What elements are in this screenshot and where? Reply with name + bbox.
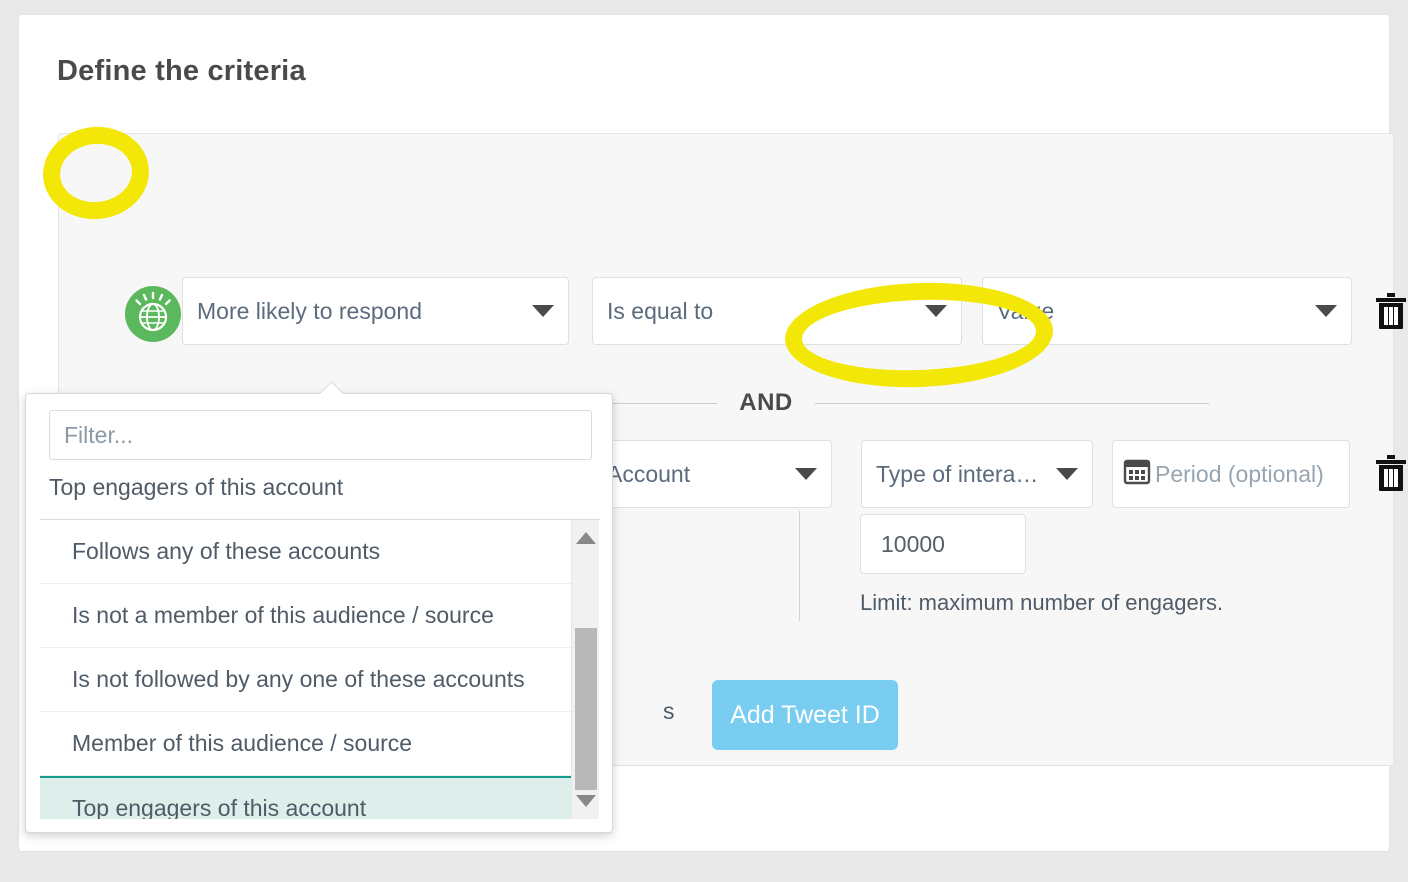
list-item[interactable]: Is not followed by any one of these acco… [40, 648, 585, 712]
attribute-select-row1-label: More likely to respond [197, 297, 422, 324]
chevron-down-icon [795, 468, 817, 480]
value-select-row1[interactable]: Value [982, 277, 1352, 345]
page-title: Define the criteria [57, 55, 306, 87]
scroll-down-arrow-icon[interactable] [576, 795, 596, 807]
chevron-down-icon [532, 305, 554, 317]
calendar-glyph [1123, 459, 1151, 485]
lightbulb-globe-icon [125, 286, 181, 342]
list-item-selected[interactable]: Top engagers of this account [40, 776, 585, 819]
trash-glyph [1376, 455, 1406, 491]
limit-input[interactable]: 10000 [860, 514, 1026, 574]
vertical-divider [799, 511, 800, 621]
dropdown-selected-label: Top engagers of this account [49, 474, 344, 500]
scrollbar-thumb[interactable] [575, 628, 597, 790]
dropdown-scrollbar[interactable] [571, 520, 599, 819]
account-select-row2[interactable]: Account [592, 440, 832, 508]
limit-note: Limit: maximum number of engagers. [860, 590, 1224, 615]
and-line-right [814, 402, 1209, 404]
attribute-dropdown-popover: Top engagers of this account Follows any… [25, 393, 613, 833]
chevron-down-icon [925, 305, 947, 317]
add-tweet-id-button[interactable]: Add Tweet ID [712, 680, 898, 750]
dropdown-pointer-arrow [318, 381, 344, 394]
chevron-down-icon [1056, 468, 1078, 480]
interaction-type-select-row2[interactable]: Type of intera… [861, 440, 1093, 508]
screen-root: Define the criteria More likely to respo… [0, 0, 1408, 882]
value-select-row1-label: Value [997, 297, 1055, 324]
scroll-up-arrow-icon[interactable] [576, 532, 596, 544]
attribute-select-row1[interactable]: More likely to respond [182, 277, 569, 345]
trash-glyph [1376, 293, 1406, 329]
calendar-icon [1123, 457, 1151, 491]
chevron-down-icon [1315, 305, 1337, 317]
partial-occluded-text: s [663, 698, 675, 724]
list-item[interactable]: Member of this audience / source [40, 712, 585, 776]
dropdown-option-list[interactable]: Follows any of these accounts Is not a m… [40, 519, 600, 819]
account-select-row2-label: Account [607, 460, 691, 487]
operator-select-row1-label: Is equal to [607, 297, 714, 324]
operator-select-row1[interactable]: Is equal to [592, 277, 962, 345]
dropdown-filter-input[interactable] [49, 410, 592, 460]
limit-input-value: 10000 [881, 530, 945, 557]
interaction-type-select-row2-label: Type of intera… [876, 460, 1039, 487]
lightbulb-globe-glyph [135, 291, 171, 332]
trash-icon-row2[interactable] [1374, 454, 1408, 492]
period-input-row2[interactable]: Period (optional) [1112, 440, 1350, 508]
and-label: AND [739, 389, 793, 416]
list-item[interactable]: Is not a member of this audience / sourc… [40, 584, 585, 648]
period-input-placeholder: Period (optional) [1155, 460, 1324, 487]
list-item[interactable]: Follows any of these accounts [40, 520, 585, 584]
trash-icon-row1[interactable] [1374, 292, 1408, 330]
